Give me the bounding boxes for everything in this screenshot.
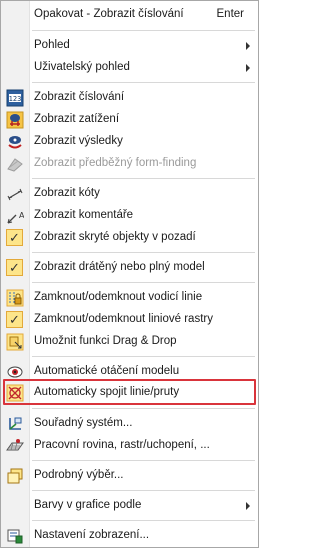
menu-separator bbox=[32, 30, 255, 31]
display-settings-icon bbox=[6, 527, 24, 545]
form-finding-icon bbox=[6, 155, 24, 173]
menu-item-label: Zobrazit komentáře bbox=[34, 209, 134, 221]
menu-item-label: Uživatelský pohled bbox=[34, 61, 130, 73]
menu-item-repeat[interactable]: Opakovat - Zobrazit číslování Enter bbox=[1, 4, 258, 26]
menu-item-label: Zamknout/odemknout vodicí linie bbox=[34, 291, 203, 303]
menu-item-show-wireframe[interactable]: ✓ Zobrazit drátěný nebo plný model bbox=[1, 257, 258, 279]
menu-item-label: Zobrazit předběžný form-finding bbox=[34, 157, 197, 169]
menu-item-label: Opakovat - Zobrazit číslování bbox=[34, 8, 184, 20]
menu-item-display-settings[interactable]: Nastavení zobrazení... bbox=[1, 525, 258, 547]
results-icon bbox=[6, 133, 24, 151]
numbering-icon: 123 bbox=[6, 89, 24, 107]
menu-item-label: Zamknout/odemknout liniové rastry bbox=[34, 313, 213, 325]
comment-icon: A bbox=[6, 207, 24, 225]
checkmark-icon: ✓ bbox=[6, 259, 23, 276]
work-plane-icon bbox=[6, 437, 24, 455]
lock-guides-icon bbox=[6, 289, 24, 307]
context-menu: Opakovat - Zobrazit číslování Enter Pohl… bbox=[0, 0, 259, 548]
menu-item-label: Umožnit funkci Drag & Drop bbox=[34, 335, 177, 347]
menu-item-label: Zobrazit zatížení bbox=[34, 113, 120, 125]
dimension-icon bbox=[6, 185, 24, 203]
menu-separator bbox=[32, 282, 255, 283]
menu-separator bbox=[32, 252, 255, 253]
menu-item-show-comments[interactable]: A Zobrazit komentáře bbox=[1, 205, 258, 227]
menu-item-label: Zobrazit výsledky bbox=[34, 135, 123, 147]
menu-separator bbox=[32, 460, 255, 461]
menu-item-user-view[interactable]: Uživatelský pohled bbox=[1, 57, 258, 79]
menu-item-show-results[interactable]: Zobrazit výsledky bbox=[1, 131, 258, 153]
menu-item-work-plane[interactable]: Pracovní rovina, rastr/uchopení, ... bbox=[1, 435, 258, 457]
svg-text:123: 123 bbox=[9, 95, 22, 103]
menu-item-show-loads[interactable]: Zobrazit zatížení bbox=[1, 109, 258, 131]
menu-item-drag-drop[interactable]: Umožnit funkci Drag & Drop bbox=[1, 331, 258, 353]
menu-item-label: Automatické otáčení modelu bbox=[34, 365, 180, 377]
menu-item-show-form-finding[interactable]: Zobrazit předběžný form-finding bbox=[1, 153, 258, 175]
menu-item-label: Souřadný systém... bbox=[34, 417, 133, 429]
menu-item-label: Podrobný výběr... bbox=[34, 469, 124, 481]
submenu-arrow-icon bbox=[246, 502, 250, 510]
menu-item-show-hidden[interactable]: ✓ Zobrazit skryté objekty v pozadí bbox=[1, 227, 258, 249]
menu-item-pohled[interactable]: Pohled bbox=[1, 35, 258, 57]
highlight-frame bbox=[3, 379, 256, 405]
menu-item-show-numbering[interactable]: 123 Zobrazit číslování bbox=[1, 87, 258, 109]
menu-separator bbox=[32, 356, 255, 357]
menu-separator bbox=[32, 82, 255, 83]
shortcut-text: Enter bbox=[216, 8, 245, 20]
menu-item-label: Barvy v grafice podle bbox=[34, 499, 142, 511]
menu-separator bbox=[32, 178, 255, 179]
menu-item-label: Pohled bbox=[34, 39, 70, 51]
menu-item-colors[interactable]: Barvy v grafice podle bbox=[1, 495, 258, 517]
menu-item-lock-guides[interactable]: Zamknout/odemknout vodicí linie bbox=[1, 287, 258, 309]
loads-icon bbox=[6, 111, 24, 129]
coordinate-system-icon bbox=[6, 415, 24, 433]
select-window-icon bbox=[6, 467, 24, 485]
menu-item-coord-system[interactable]: Souřadný systém... bbox=[1, 413, 258, 435]
menu-item-label: Zobrazit skryté objekty v pozadí bbox=[34, 231, 196, 243]
menu-separator bbox=[32, 520, 255, 521]
menu-item-label: Zobrazit drátěný nebo plný model bbox=[34, 261, 205, 273]
submenu-arrow-icon bbox=[246, 42, 250, 50]
menu-item-label: Zobrazit kóty bbox=[34, 187, 100, 199]
menu-item-label: Nastavení zobrazení... bbox=[34, 529, 150, 541]
menu-separator bbox=[32, 490, 255, 491]
menu-item-detail-select[interactable]: Podrobný výběr... bbox=[1, 465, 258, 487]
drag-drop-icon bbox=[6, 333, 24, 351]
menu-item-label: Zobrazit číslování bbox=[34, 91, 125, 103]
checkmark-icon: ✓ bbox=[6, 229, 23, 246]
menu-item-label: Pracovní rovina, rastr/uchopení, ... bbox=[34, 439, 210, 451]
svg-text:A: A bbox=[19, 211, 24, 220]
menu-separator bbox=[32, 408, 255, 409]
menu-item-lock-grids[interactable]: ✓ Zamknout/odemknout liniové rastry bbox=[1, 309, 258, 331]
menu-item-show-dimensions[interactable]: Zobrazit kóty bbox=[1, 183, 258, 205]
submenu-arrow-icon bbox=[246, 64, 250, 72]
checkmark-icon: ✓ bbox=[6, 311, 23, 328]
